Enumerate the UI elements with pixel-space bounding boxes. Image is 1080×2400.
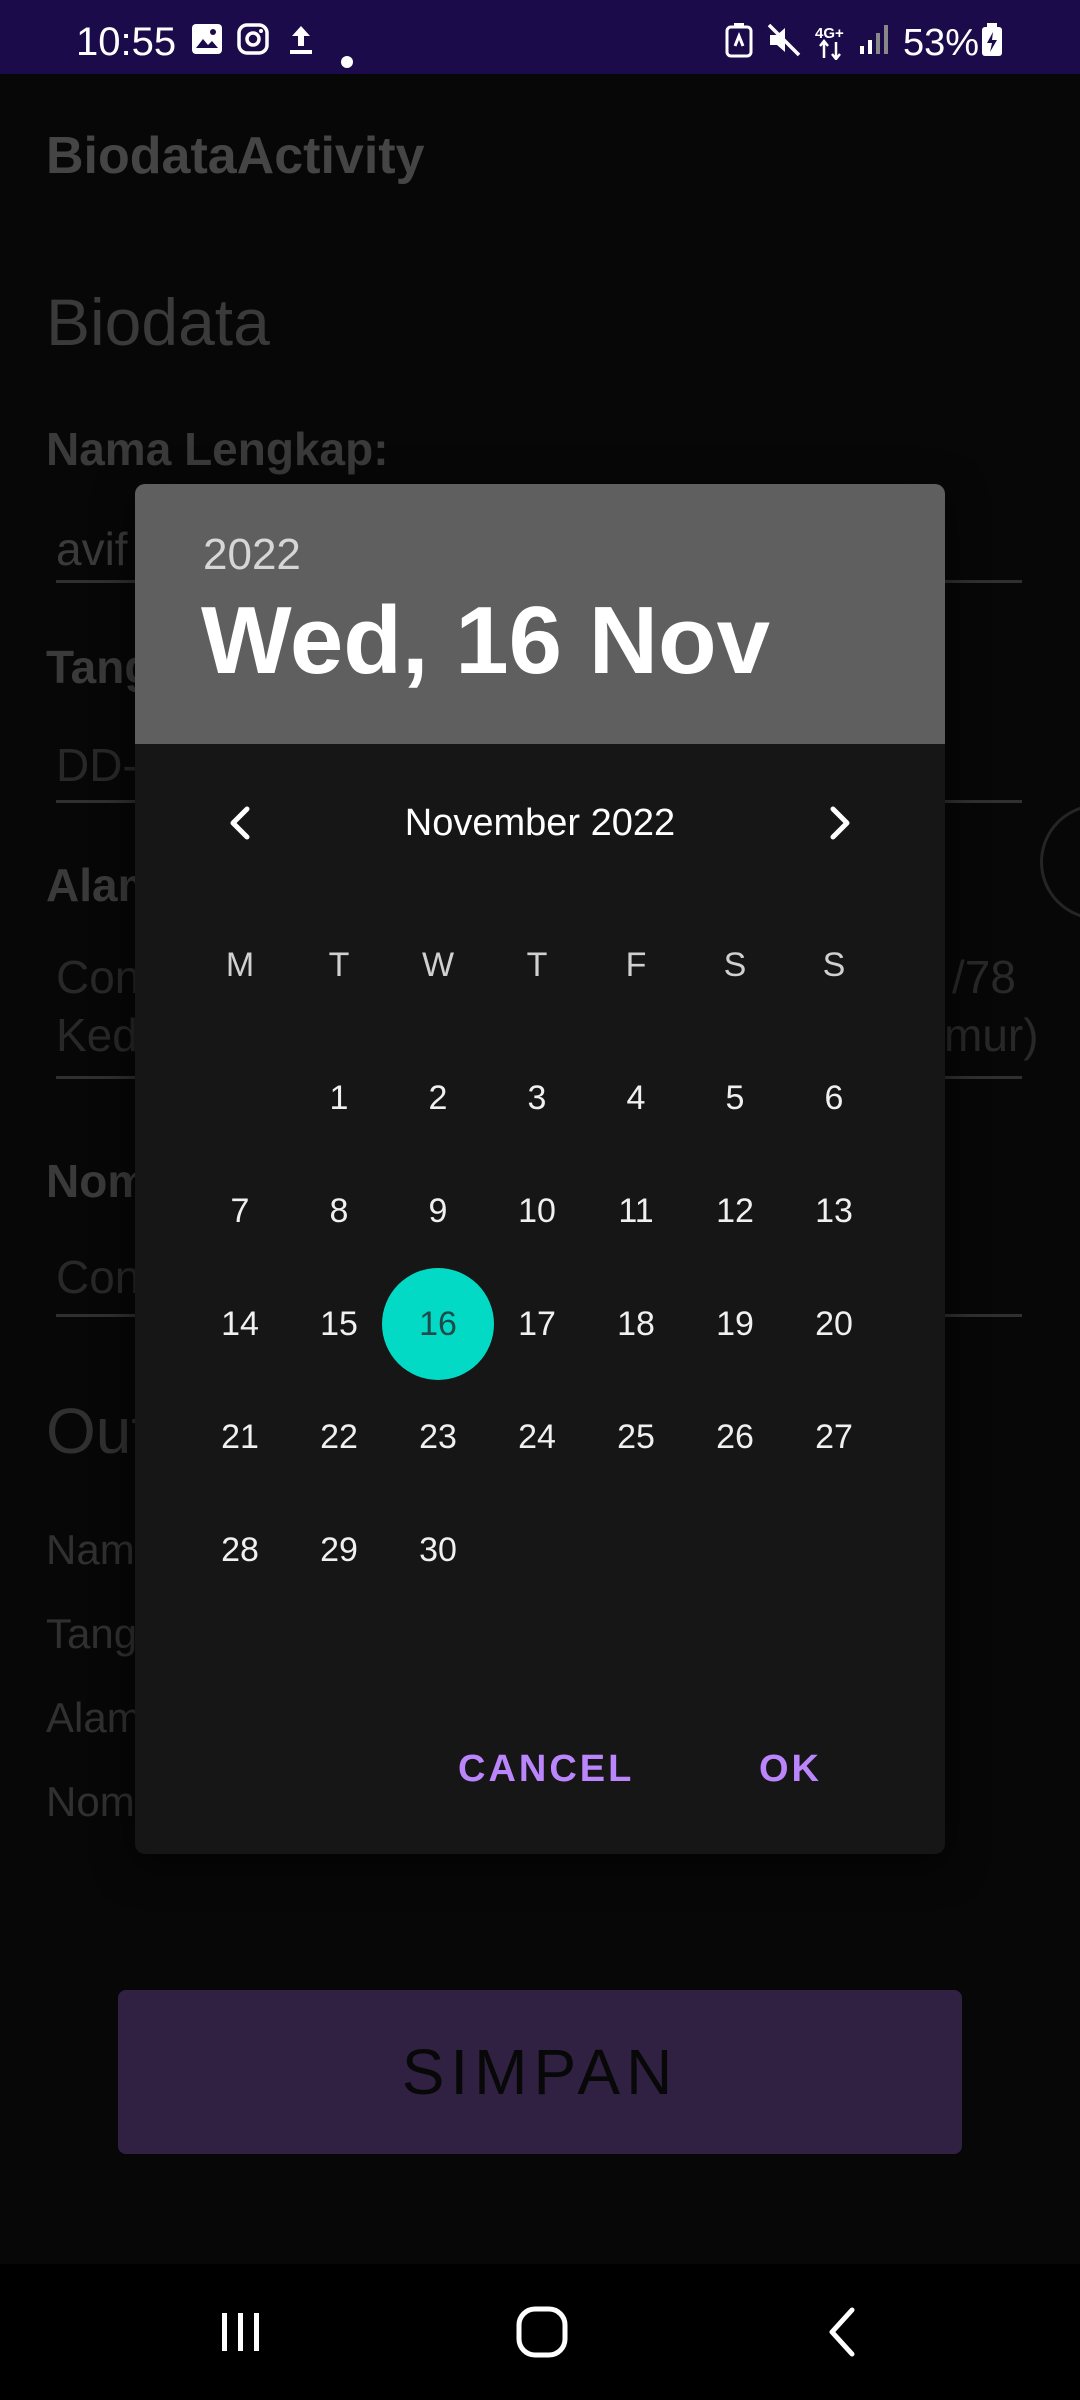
calendar-day[interactable]: 13: [778, 1155, 890, 1267]
home-button[interactable]: [497, 2292, 587, 2372]
calendar-day[interactable]: 23: [382, 1381, 494, 1493]
back-icon: [829, 2307, 855, 2357]
battery-saver-icon: [724, 22, 754, 68]
date-picker-dialog: 2022 Wed, 16 Nov November 2022 M T W T F…: [135, 484, 945, 1854]
calendar-day[interactable]: 5: [679, 1042, 791, 1154]
calendar-day[interactable]: 17: [481, 1268, 593, 1380]
calendar-day[interactable]: 6: [778, 1042, 890, 1154]
cancel-button[interactable]: CANCEL: [458, 1748, 634, 1791]
calendar-day[interactable]: 24: [481, 1381, 593, 1493]
gallery-icon: [190, 22, 224, 66]
calendar-day[interactable]: 15: [283, 1268, 395, 1380]
calendar-day[interactable]: 29: [283, 1494, 395, 1606]
recent-apps-button[interactable]: [196, 2292, 286, 2372]
recent-apps-icon: [222, 2313, 259, 2351]
svg-text:4G+: 4G+: [815, 25, 844, 42]
calendar-day[interactable]: 18: [580, 1268, 692, 1380]
mute-icon: [766, 22, 802, 68]
calendar-day[interactable]: 11: [580, 1155, 692, 1267]
calendar-day[interactable]: 21: [184, 1381, 296, 1493]
calendar-day[interactable]: 20: [778, 1268, 890, 1380]
calendar-day[interactable]: 4: [580, 1042, 692, 1154]
calendar-day[interactable]: 27: [778, 1381, 890, 1493]
battery-percent: 53%: [903, 22, 980, 64]
ok-button[interactable]: OK: [759, 1748, 822, 1791]
signal-icon: [858, 22, 892, 66]
calendar-day-selected[interactable]: 16: [382, 1268, 494, 1380]
calendar-day[interactable]: 9: [382, 1155, 494, 1267]
calendar-day[interactable]: 1: [283, 1042, 395, 1154]
calendar-day[interactable]: 3: [481, 1042, 593, 1154]
calendar-day[interactable]: 26: [679, 1381, 791, 1493]
network-4g-icon: 4G+: [814, 24, 850, 70]
calendar-day[interactable]: 25: [580, 1381, 692, 1493]
calendar-day[interactable]: 12: [679, 1155, 791, 1267]
calendar-day[interactable]: 2: [382, 1042, 494, 1154]
calendar-day[interactable]: 19: [679, 1268, 791, 1380]
status-bar: 10:55 4G+ 53%: [0, 0, 1080, 74]
calendar-day[interactable]: 22: [283, 1381, 395, 1493]
upload-icon: [284, 22, 318, 66]
calendar-day[interactable]: 8: [283, 1155, 395, 1267]
instagram-icon: [236, 22, 270, 66]
day-grid: 1 2 3 4 5 6 7 8 9 10 11 12 13 14 15 16 17 18 19 20 21 22 23 24 2…: [135, 484, 945, 1684]
battery-charging-icon: [980, 22, 1004, 68]
system-navigation-bar: [0, 2264, 1080, 2400]
calendar-day[interactable]: 14: [184, 1268, 296, 1380]
status-time: 10:55: [76, 20, 177, 64]
screen: 10:55 4G+ 53% BiodataActivity Biodata Na…: [0, 0, 1080, 2400]
calendar-day[interactable]: 7: [184, 1155, 296, 1267]
home-icon: [516, 2306, 568, 2358]
calendar-day[interactable]: 30: [382, 1494, 494, 1606]
dot-icon: [340, 36, 354, 79]
calendar-day[interactable]: 10: [481, 1155, 593, 1267]
calendar-day[interactable]: 28: [184, 1494, 296, 1606]
back-button[interactable]: [798, 2292, 888, 2372]
